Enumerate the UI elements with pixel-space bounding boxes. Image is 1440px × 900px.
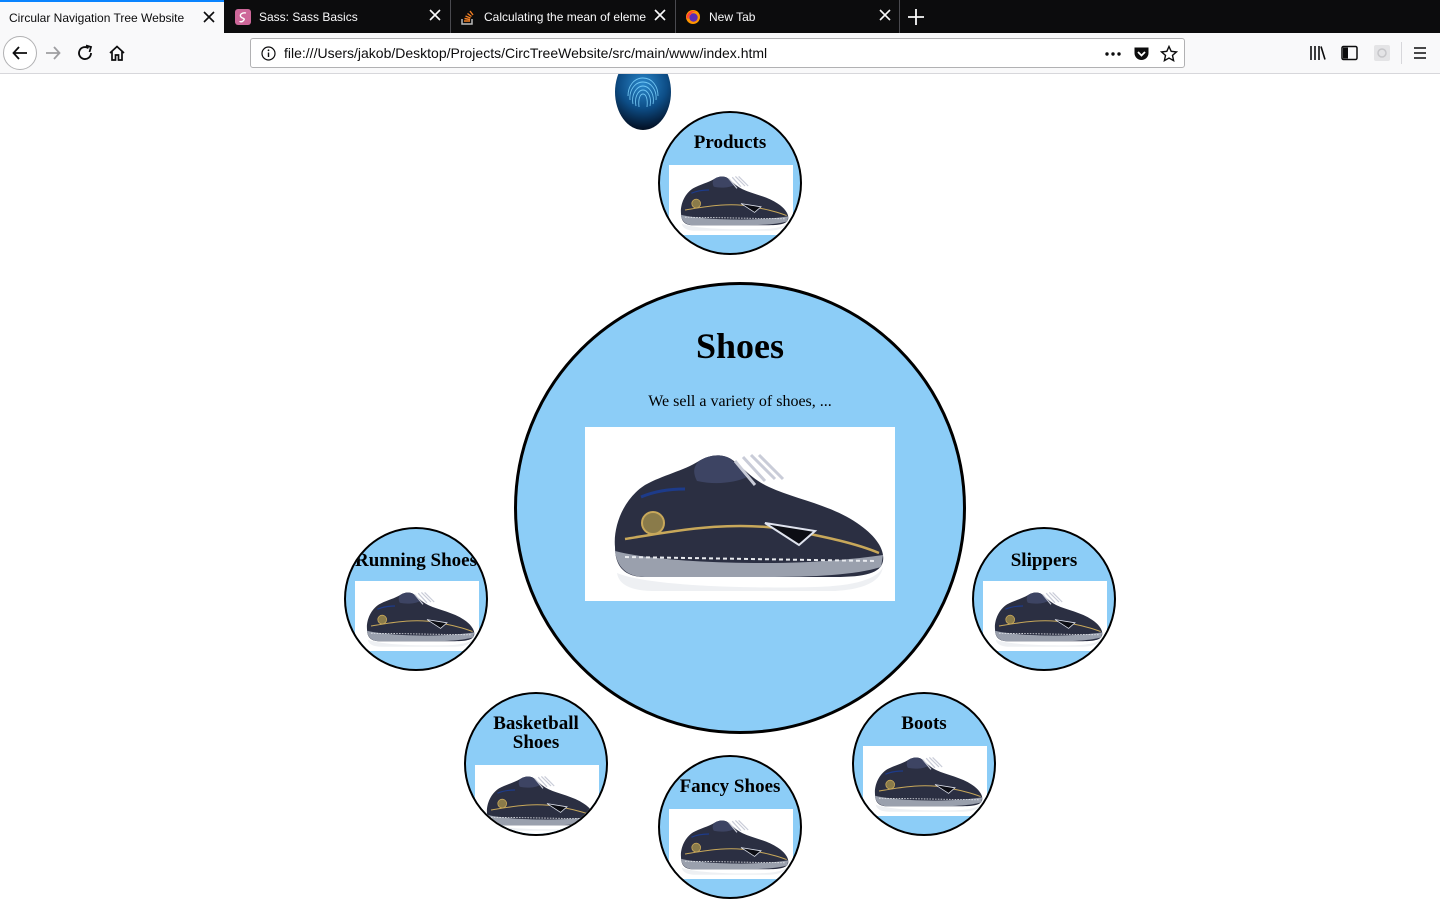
shoe-image	[669, 165, 793, 235]
node-title: Running Shoes	[355, 550, 477, 571]
shoe-image	[983, 581, 1107, 651]
library-icon[interactable]	[1309, 45, 1327, 61]
reload-button[interactable]	[74, 42, 96, 64]
forward-arrow-icon	[46, 46, 61, 60]
node-title: Slippers	[1010, 550, 1078, 571]
node-title: Basketball Shoes	[493, 713, 579, 753]
shoe-image	[585, 427, 895, 601]
node-title: Products	[693, 132, 767, 153]
tab-title: Calculating the mean of elemen	[484, 9, 646, 24]
site-logo[interactable]	[615, 74, 671, 130]
shoe-image	[863, 746, 987, 816]
node-shoe-image	[863, 746, 987, 816]
main-node-description: We sell a variety of shoes, ...	[648, 393, 832, 410]
fingerprint-icon	[627, 77, 659, 108]
child-node-basketball-shoes[interactable]: Basketball Shoes	[464, 692, 608, 836]
node-shoe-image	[355, 581, 479, 651]
node-shoe-image	[983, 581, 1107, 651]
shoe-image	[669, 809, 793, 879]
address-bar[interactable]: file:///Users/jakob/Desktop/Projects/Cir…	[250, 38, 1185, 68]
tab-title: Circular Navigation Tree Website	[9, 10, 185, 25]
new-tab-icon[interactable]	[906, 7, 926, 27]
firefox-icon	[686, 9, 700, 24]
close-icon[interactable]	[428, 8, 442, 22]
menu-icon[interactable]	[1412, 45, 1428, 61]
main-node-shoes: Shoes We sell a variety of shoes, ...	[514, 282, 966, 734]
tab-calculating-mean[interactable]: Calculating the mean of elemen	[451, 0, 675, 33]
reload-icon	[78, 44, 93, 60]
page-actions-icon[interactable]	[1104, 46, 1122, 62]
tab-title: New Tab	[709, 9, 756, 24]
forward-button[interactable]	[42, 42, 64, 64]
child-node-running-shoes[interactable]: Running Shoes	[344, 527, 488, 671]
stackoverflow-icon	[461, 10, 474, 25]
tab-bar: Circular Navigation Tree Website Sass: S…	[0, 0, 1440, 33]
main-node-shoe-image	[585, 427, 895, 601]
url-text: file:///Users/jakob/Desktop/Projects/Cir…	[284, 45, 768, 61]
close-icon[interactable]	[878, 8, 892, 22]
sass-icon	[235, 8, 251, 25]
main-node-title: Shoes	[695, 326, 785, 366]
close-icon[interactable]	[202, 10, 216, 24]
node-shoe-image	[475, 765, 599, 835]
parent-node-products[interactable]: Products	[658, 111, 802, 255]
tab-circular-navigation[interactable]: Circular Navigation Tree Website	[0, 0, 224, 33]
node-title: Boots	[901, 713, 947, 734]
child-node-fancy-shoes[interactable]: Fancy Shoes	[658, 755, 802, 899]
info-icon[interactable]	[261, 46, 276, 61]
tab-separator	[899, 0, 900, 33]
tab-title: Sass: Sass Basics	[259, 9, 358, 24]
home-button[interactable]	[106, 42, 128, 64]
back-arrow-icon	[12, 46, 27, 60]
bookmark-star-icon[interactable]	[1160, 45, 1178, 63]
sidebar-icon[interactable]	[1341, 45, 1358, 61]
child-node-boots[interactable]: Boots	[852, 692, 996, 836]
close-icon[interactable]	[653, 8, 667, 22]
tab-sass-basics[interactable]: Sass: Sass Basics	[225, 0, 450, 33]
shoe-image	[475, 765, 599, 835]
back-button[interactable]	[3, 36, 37, 70]
pocket-icon[interactable]	[1133, 45, 1150, 62]
node-shoe-image	[669, 809, 793, 879]
node-shoe-image	[669, 165, 793, 235]
node-title: Fancy Shoes	[679, 776, 781, 797]
home-icon	[109, 45, 125, 61]
page-content: Products Shoes We sell a variety of shoe…	[0, 74, 1440, 900]
navigation-toolbar: file:///Users/jakob/Desktop/Projects/Cir…	[0, 33, 1440, 74]
toolbar-separator	[1401, 42, 1402, 64]
tab-new-tab[interactable]: New Tab	[676, 0, 900, 33]
extension-icon[interactable]	[1373, 44, 1391, 62]
shoe-image	[355, 581, 479, 651]
child-node-slippers[interactable]: Slippers	[972, 527, 1116, 671]
